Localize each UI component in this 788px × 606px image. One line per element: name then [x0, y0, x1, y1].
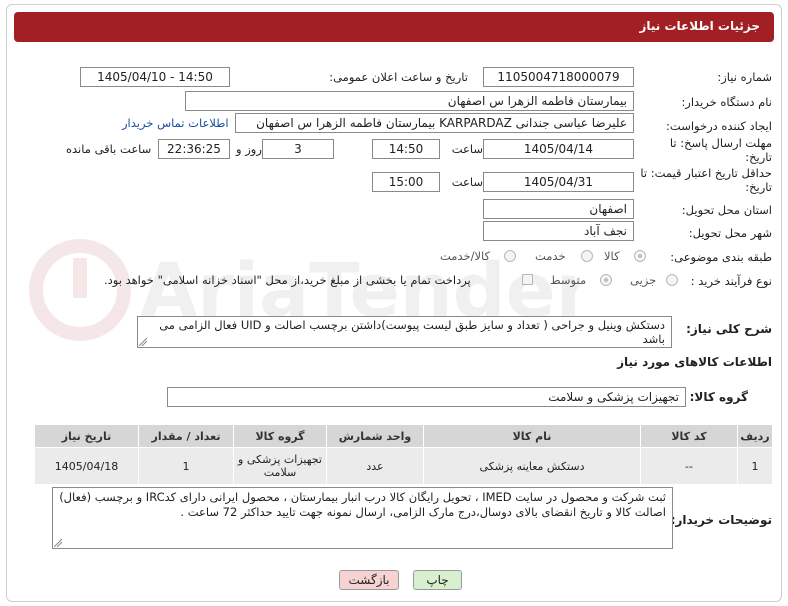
purchase-radio-medium[interactable]	[600, 274, 612, 286]
table-row: 1 -- دستکش معاینه پزشکی عدد تجهیزات پزشک…	[34, 447, 773, 485]
creator-label: ایجاد کننده درخواست:	[666, 119, 772, 133]
cell-row-number: 1	[737, 447, 773, 485]
purchase-option-medium: متوسط	[550, 273, 587, 287]
buyer-org-field: بیمارستان فاطمه الزهرا س اصفهان	[185, 91, 634, 111]
province-label: استان محل تحویل:	[681, 203, 772, 217]
goods-table: ردیف کد کالا نام کالا واحد شمارش گروه کا…	[34, 424, 773, 485]
remaining-time-field: 22:36:25	[158, 139, 230, 159]
goods-group-field: تجهیزات پزشکی و سلامت	[167, 387, 686, 407]
cell-goods-code: --	[640, 447, 738, 485]
col-header-goods-name: نام کالا	[423, 424, 641, 448]
category-radio-service[interactable]	[581, 250, 593, 262]
table-header-row: ردیف کد کالا نام کالا واحد شمارش گروه کا…	[34, 424, 773, 448]
goods-section-title: اطلاعات کالاهای مورد نیاز	[617, 355, 772, 369]
category-option-goods-service: کالا/خدمت	[440, 249, 491, 263]
reply-time-label: ساعت	[451, 142, 483, 156]
price-deadline-label: حداقل تاریخ اعتبار قیمت: تا تاریخ:	[640, 166, 772, 194]
reply-time-field: 14:50	[372, 139, 440, 159]
announce-date-label: تاریخ و ساعت اعلان عمومی:	[329, 70, 468, 84]
city-field: نجف آباد	[483, 221, 634, 241]
province-field: اصفهان	[483, 199, 634, 219]
buyer-notes-label: توضیحات خریدار:	[670, 513, 772, 527]
resize-handle-icon[interactable]	[139, 338, 147, 346]
col-header-need-date: تاریخ نیاز	[34, 424, 139, 448]
treasury-payment-checkbox[interactable]	[522, 274, 533, 285]
days-label: روز و	[236, 142, 262, 156]
buyer-contact-link[interactable]: اطلاعات تماس خریدار	[122, 116, 229, 130]
col-header-goods-code: کد کالا	[640, 424, 738, 448]
panel-header: جزئیات اطلاعات نیاز	[14, 12, 774, 42]
category-option-goods: کالا	[604, 249, 620, 263]
description-label: شرح کلی نیاز:	[686, 322, 772, 336]
category-radio-goods[interactable]	[634, 250, 646, 262]
creator-field: علیرضا عباسی جندانی KARPARDAZ بیمارستان …	[235, 113, 634, 133]
goods-group-label: گروه کالا:	[689, 390, 748, 404]
treasury-payment-text: پرداخت تمام یا بخشی از مبلغ خرید،از محل …	[104, 273, 471, 287]
cell-goods-name: دستکش معاینه پزشکی	[423, 447, 641, 485]
col-header-goods-group: گروه کالا	[233, 424, 327, 448]
reply-date-field: 1405/04/14	[483, 139, 634, 159]
buyer-notes-field: ثبت شرکت و محصول در سایت IMED ، تحویل را…	[52, 487, 673, 549]
days-field: 3	[262, 139, 334, 159]
price-time-label: ساعت	[451, 175, 483, 189]
cell-unit: عدد	[326, 447, 424, 485]
back-button[interactable]: بازگشت	[339, 570, 399, 590]
notes-resize-handle-icon[interactable]	[54, 539, 62, 547]
cell-goods-group: تجهیزات پزشکی و سلامت	[233, 447, 327, 485]
need-number-field: 1105004718000079	[483, 67, 634, 87]
category-label: طبقه بندی موضوعی:	[670, 250, 772, 264]
cell-quantity: 1	[138, 447, 234, 485]
col-header-row-number: ردیف	[737, 424, 773, 448]
buyer-org-label: نام دستگاه خریدار:	[681, 95, 772, 109]
reply-deadline-label: مهلت ارسال پاسخ: تا تاریخ:	[669, 136, 772, 164]
print-button[interactable]: چاپ	[413, 570, 462, 590]
purchase-option-minor: جزیی	[630, 273, 657, 287]
purchase-radio-minor[interactable]	[666, 274, 678, 286]
purchase-type-label: نوع فرآیند خرید :	[690, 274, 772, 288]
city-label: شهر محل تحویل:	[688, 226, 772, 240]
category-radio-goods-service[interactable]	[504, 250, 516, 262]
panel-title: جزئیات اطلاعات نیاز	[639, 19, 760, 33]
description-field: دستکش وینیل و جراحی ( تعداد و سایز طبق ل…	[137, 316, 672, 348]
category-option-service: خدمت	[535, 249, 566, 263]
col-header-unit: واحد شمارش	[326, 424, 424, 448]
cell-need-date: 1405/04/18	[34, 447, 139, 485]
announce-date-field: 1405/04/10 - 14:50	[80, 67, 230, 87]
price-time-field: 15:00	[372, 172, 440, 192]
need-number-label: شماره نیاز:	[717, 70, 772, 84]
remaining-label: ساعت باقی مانده	[66, 142, 152, 156]
col-header-quantity: تعداد / مقدار	[138, 424, 234, 448]
price-date-field: 1405/04/31	[483, 172, 634, 192]
